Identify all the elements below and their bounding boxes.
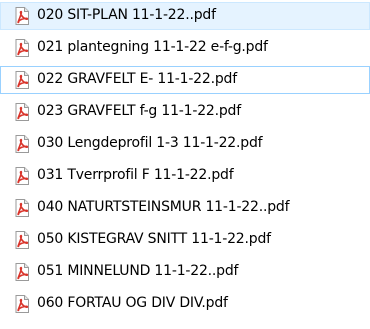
pdf-file-icon [14, 231, 30, 249]
file-list: 020 SIT-PLAN 11-1-22..pdf 021 plantegnin… [0, 0, 370, 329]
file-name: 023 GRAVFELT f-g 11-1-22.pdf [37, 103, 241, 119]
file-row[interactable]: 021 plantegning 11-1-22 e-f-g.pdf [0, 34, 370, 62]
pdf-file-icon [14, 7, 30, 25]
file-row[interactable]: 030 Lengdeprofil 1-3 11-1-22.pdf [0, 130, 370, 158]
pdf-file-icon [14, 295, 30, 313]
file-name: 040 NATURTSTEINSMUR 11-1-22..pdf [37, 199, 290, 215]
file-row[interactable]: 023 GRAVFELT f-g 11-1-22.pdf [0, 98, 370, 126]
pdf-file-icon [14, 103, 30, 121]
file-name: 022 GRAVFELT E- 11-1-22.pdf [37, 71, 237, 87]
file-row[interactable]: 051 MINNELUND 11-1-22..pdf [0, 258, 370, 286]
file-name: 030 Lengdeprofil 1-3 11-1-22.pdf [37, 135, 263, 151]
file-name: 051 MINNELUND 11-1-22..pdf [37, 263, 239, 279]
pdf-file-icon [14, 263, 30, 281]
file-row[interactable]: 020 SIT-PLAN 11-1-22..pdf [0, 2, 370, 30]
file-name: 060 FORTAU OG DIV DIV.pdf [37, 295, 228, 311]
file-name: 050 KISTEGRAV SNITT 11-1-22.pdf [37, 231, 271, 247]
file-row[interactable]: 031 Tverrprofil F 11-1-22.pdf [0, 162, 370, 190]
file-name: 020 SIT-PLAN 11-1-22..pdf [37, 7, 216, 23]
file-name: 021 plantegning 11-1-22 e-f-g.pdf [37, 39, 268, 55]
pdf-file-icon [14, 71, 30, 89]
pdf-file-icon [14, 39, 30, 57]
file-row[interactable]: 040 NATURTSTEINSMUR 11-1-22..pdf [0, 194, 370, 222]
file-name: 031 Tverrprofil F 11-1-22.pdf [37, 167, 234, 183]
pdf-file-icon [14, 167, 30, 185]
pdf-file-icon [14, 135, 30, 153]
file-row[interactable]: 060 FORTAU OG DIV DIV.pdf [0, 290, 370, 318]
file-row[interactable]: 022 GRAVFELT E- 11-1-22.pdf [0, 66, 370, 94]
file-row[interactable]: 050 KISTEGRAV SNITT 11-1-22.pdf [0, 226, 370, 254]
pdf-file-icon [14, 199, 30, 217]
